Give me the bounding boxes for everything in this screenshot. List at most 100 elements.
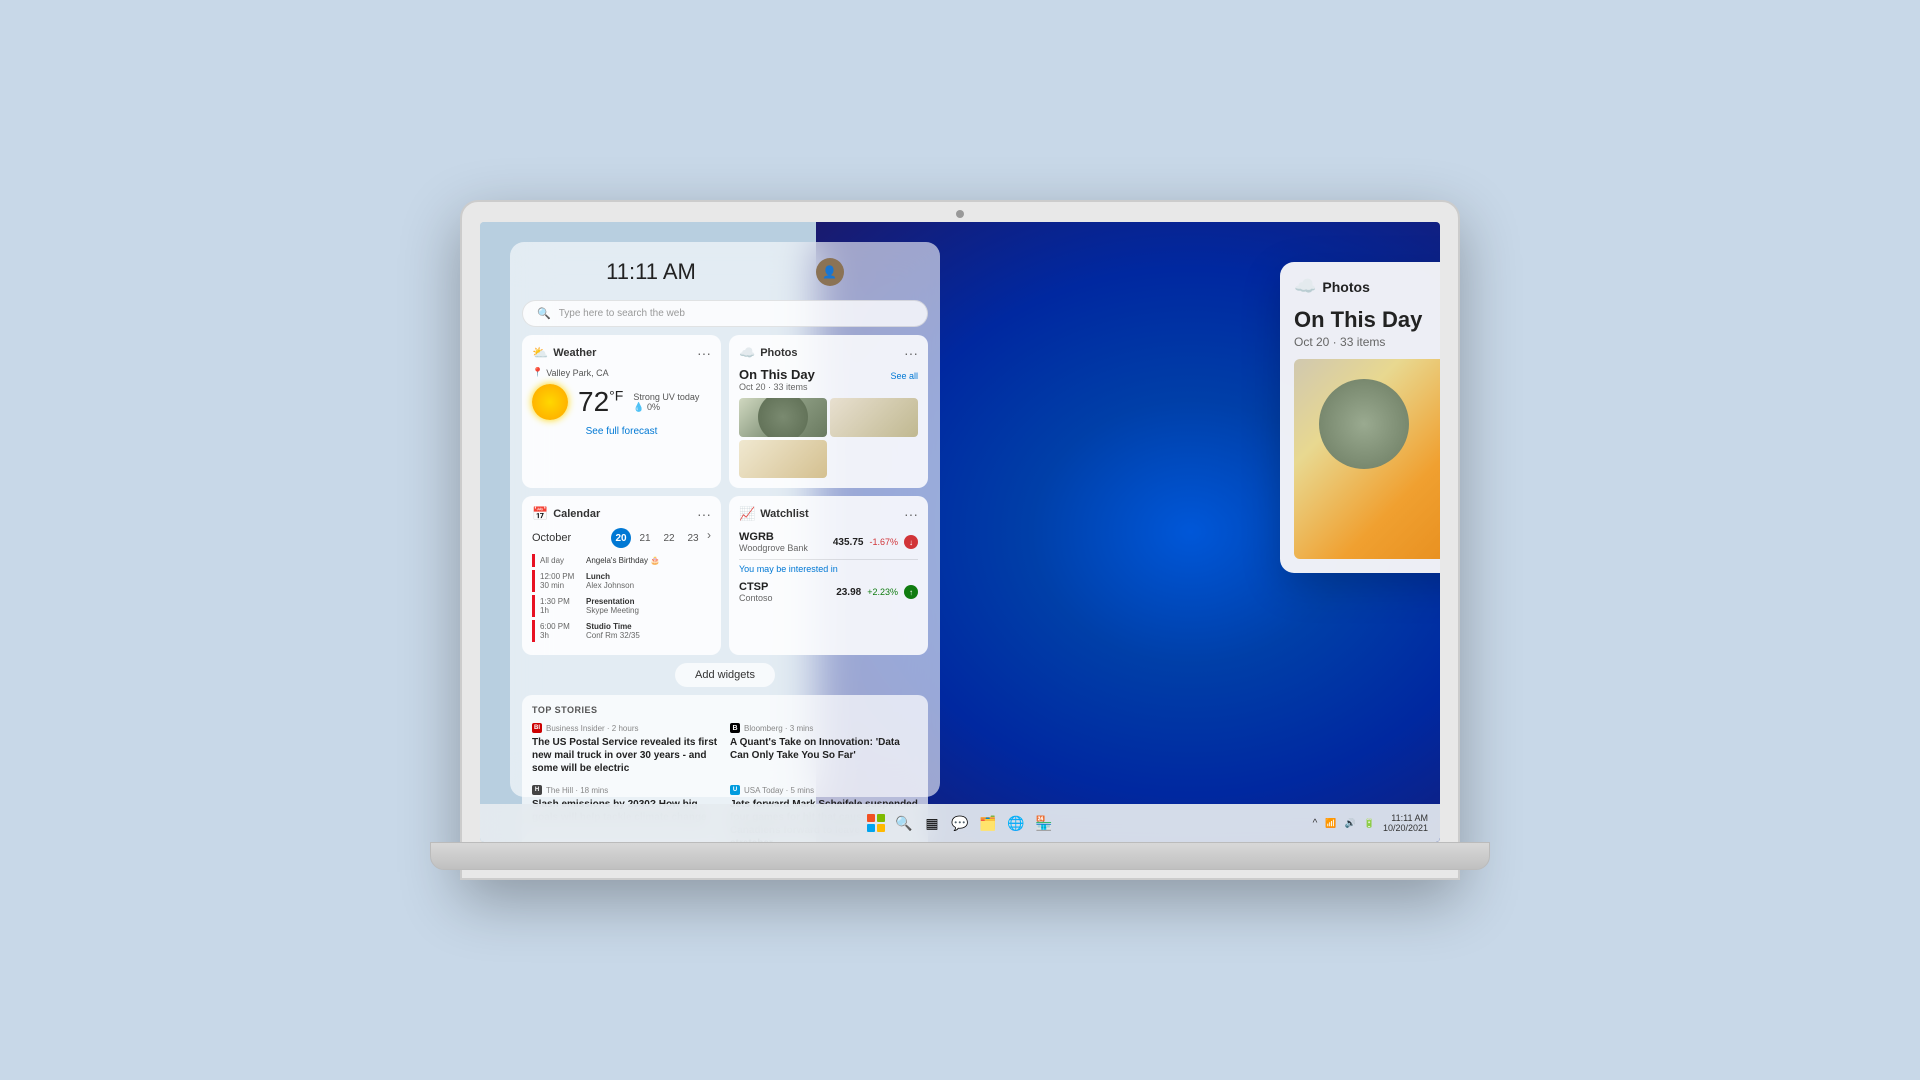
calendar-more-button[interactable]: ···	[697, 506, 711, 522]
photos-date: Oct 20 · 33 items	[739, 382, 815, 392]
news-headline-1: The US Postal Service revealed its first…	[532, 736, 720, 775]
calendar-more-dates-icon[interactable]: ›	[707, 528, 711, 548]
floating-photos-section: On This Day	[1294, 307, 1440, 333]
watchlist-more-button[interactable]: ···	[904, 506, 918, 522]
watchlist-ctsp-price: 23.98	[836, 587, 861, 598]
taskbar-date-display: 10/20/2021	[1383, 823, 1428, 833]
taskbar-center: 🔍 ▦ 💬 🗂️ 🌐 🏪	[864, 811, 1056, 835]
calendar-date-21: 21	[635, 528, 655, 548]
laptop-base	[430, 842, 1490, 870]
search-placeholder: Type here to search the web	[559, 308, 685, 319]
cal-event-lunch: 12:00 PM30 min Lunch Alex Johnson	[532, 570, 711, 592]
taskbar-right: ^ 📶 🔊 🔋 11:11 AM 10/20/2021	[1313, 813, 1428, 833]
watchlist-divider	[739, 559, 918, 560]
add-widgets-button[interactable]: Add widgets	[675, 663, 775, 687]
cal-event-presentation: 1:30 PM1h Presentation Skype Meeting	[532, 595, 711, 617]
desktop: 11:11 AM 👤 🔍 Type here to search the web…	[480, 222, 1440, 842]
win-logo-q4	[877, 824, 885, 832]
news-item-2[interactable]: B Bloomberg · 3 mins A Quant's Take on I…	[730, 723, 918, 775]
cal-birthday-event: Angela's Birthday 🎂	[586, 556, 660, 565]
watchlist-ctsp-price-area: 23.98 +2.23% ↑	[836, 585, 918, 599]
floating-photos-title-row: ☁️ Photos	[1294, 276, 1370, 297]
laptop-camera	[956, 210, 964, 218]
calendar-date-20: 20	[611, 528, 631, 548]
photo-thumb-2	[830, 398, 918, 437]
photos-section-header: On This Day Oct 20 · 33 items See all	[739, 367, 918, 392]
win-logo-q1	[867, 814, 875, 822]
photos-widget-small: ☁️ Photos ··· On This Day Oct 20 · 33 it…	[729, 335, 928, 488]
weather-icon: ⛅	[532, 345, 548, 361]
news-source-1: BI Business Insider · 2 hours	[532, 723, 720, 733]
bi-icon: BI	[532, 723, 542, 733]
news-item-1[interactable]: BI Business Insider · 2 hours The US Pos…	[532, 723, 720, 775]
news-source-3: H The Hill · 18 mins	[532, 785, 720, 795]
floating-photo-circle	[1319, 379, 1409, 469]
watchlist-wgrb-price-area: 435.75 -1.67% ↓	[833, 535, 918, 549]
cal-event-studio: 6:00 PM3h Studio Time Conf Rm 32/35	[532, 620, 711, 642]
widgets-time-header: 11:11 AM 👤	[522, 254, 928, 292]
watchlist-ctsp-info: CTSP Contoso	[739, 581, 773, 603]
taskbar-edge-button[interactable]: 🌐	[1004, 811, 1028, 835]
photos-see-all-link[interactable]: See all	[890, 371, 918, 381]
current-time: 11:11 AM	[606, 259, 696, 285]
taskbar-chat-button[interactable]: 💬	[948, 811, 972, 835]
watchlist-widget: 📈 Watchlist ··· WGRB Woodgrove Bank	[729, 496, 928, 655]
floating-photos-widget: ☁️ Photos ··· On This Day Oct 20 · 33 it…	[1280, 262, 1440, 573]
widgets-panel: 11:11 AM 👤 🔍 Type here to search the web…	[510, 242, 940, 797]
weather-header: ⛅ Weather ···	[532, 345, 711, 361]
taskbar-clock[interactable]: 11:11 AM 10/20/2021	[1383, 813, 1428, 833]
weather-more-button[interactable]: ···	[697, 345, 711, 361]
taskbar-chevron-icon[interactable]: ^	[1313, 818, 1318, 829]
calendar-header: 📅 Calendar ···	[532, 506, 711, 522]
weather-forecast-link[interactable]: See full forecast	[532, 426, 711, 437]
laptop-screen: 11:11 AM 👤 🔍 Type here to search the web…	[480, 222, 1440, 842]
taskbar-battery-icon[interactable]: 🔋	[1364, 818, 1375, 829]
calendar-icon: 📅	[532, 506, 548, 522]
weather-widget: ⛅ Weather ··· 📍 Valley Park, CA	[522, 335, 721, 488]
watchlist-title: Watchlist	[760, 508, 809, 520]
watchlist-item-wgrb: WGRB Woodgrove Bank 435.75 -1.67% ↓	[739, 528, 918, 556]
watchlist-icon: 📈	[739, 506, 755, 522]
search-bar[interactable]: 🔍 Type here to search the web	[522, 300, 928, 327]
taskbar-store-button[interactable]: 🏪	[1032, 811, 1056, 835]
taskbar-start-button[interactable]	[864, 811, 888, 835]
cal-event-time-1: 12:00 PM30 min	[540, 572, 580, 590]
floating-photos-date: Oct 20 · 33 items	[1294, 335, 1385, 349]
news-source-4: U USA Today · 5 mins	[730, 785, 918, 795]
photo-thumb-1	[739, 398, 827, 437]
taskbar-explorer-button[interactable]: 🗂️	[976, 811, 1000, 835]
laptop-shell: 11:11 AM 👤 🔍 Type here to search the web…	[460, 200, 1460, 880]
taskbar-wifi-icon[interactable]: 📶	[1325, 818, 1336, 829]
calendar-date-23: 23	[683, 528, 703, 548]
calendar-title-row: 📅 Calendar	[532, 506, 600, 522]
search-icon: 🔍	[537, 307, 551, 320]
cal-event-time-3: 6:00 PM3h	[540, 622, 580, 640]
photos-more-button[interactable]: ···	[904, 345, 918, 361]
calendar-widget: 📅 Calendar ··· October 20 21 22 23	[522, 496, 721, 655]
widgets-bottom-grid: 📅 Calendar ··· October 20 21 22 23	[522, 496, 928, 655]
taskbar-time-display: 11:11 AM	[1383, 813, 1428, 823]
weather-details: Strong UV today 💧 0%	[633, 392, 699, 413]
photos-title-row: ☁️ Photos	[739, 345, 797, 361]
taskbar-search-button[interactable]: 🔍	[892, 811, 916, 835]
calendar-title: Calendar	[553, 508, 600, 520]
photos-header: ☁️ Photos ···	[739, 345, 918, 361]
bloomberg-icon: B	[730, 723, 740, 733]
taskbar-widgets-button[interactable]: ▦	[920, 811, 944, 835]
floating-photos-title: Photos	[1322, 279, 1369, 295]
weather-title: Weather	[553, 347, 596, 359]
cal-event-time-2: 1:30 PM1h	[540, 597, 580, 615]
floating-photos-header: ☁️ Photos ···	[1294, 276, 1440, 297]
watchlist-wgrb-ticker: WGRB	[739, 531, 808, 543]
hill-icon: H	[532, 785, 542, 795]
watchlist-title-row: 📈 Watchlist	[739, 506, 809, 522]
user-avatar[interactable]: 👤	[816, 258, 844, 286]
floating-photos-grid: 🌿 🪑	[1294, 359, 1440, 559]
news-headline-2: A Quant's Take on Innovation: 'Data Can …	[730, 736, 918, 762]
win-logo-q2	[877, 814, 885, 822]
calendar-dates: 20 21 22 23 ›	[611, 528, 711, 548]
photos-icon: ☁️	[739, 345, 755, 361]
taskbar-sound-icon[interactable]: 🔊	[1345, 818, 1356, 829]
cal-allday-label: All day	[540, 556, 580, 565]
windows-logo	[867, 814, 885, 832]
